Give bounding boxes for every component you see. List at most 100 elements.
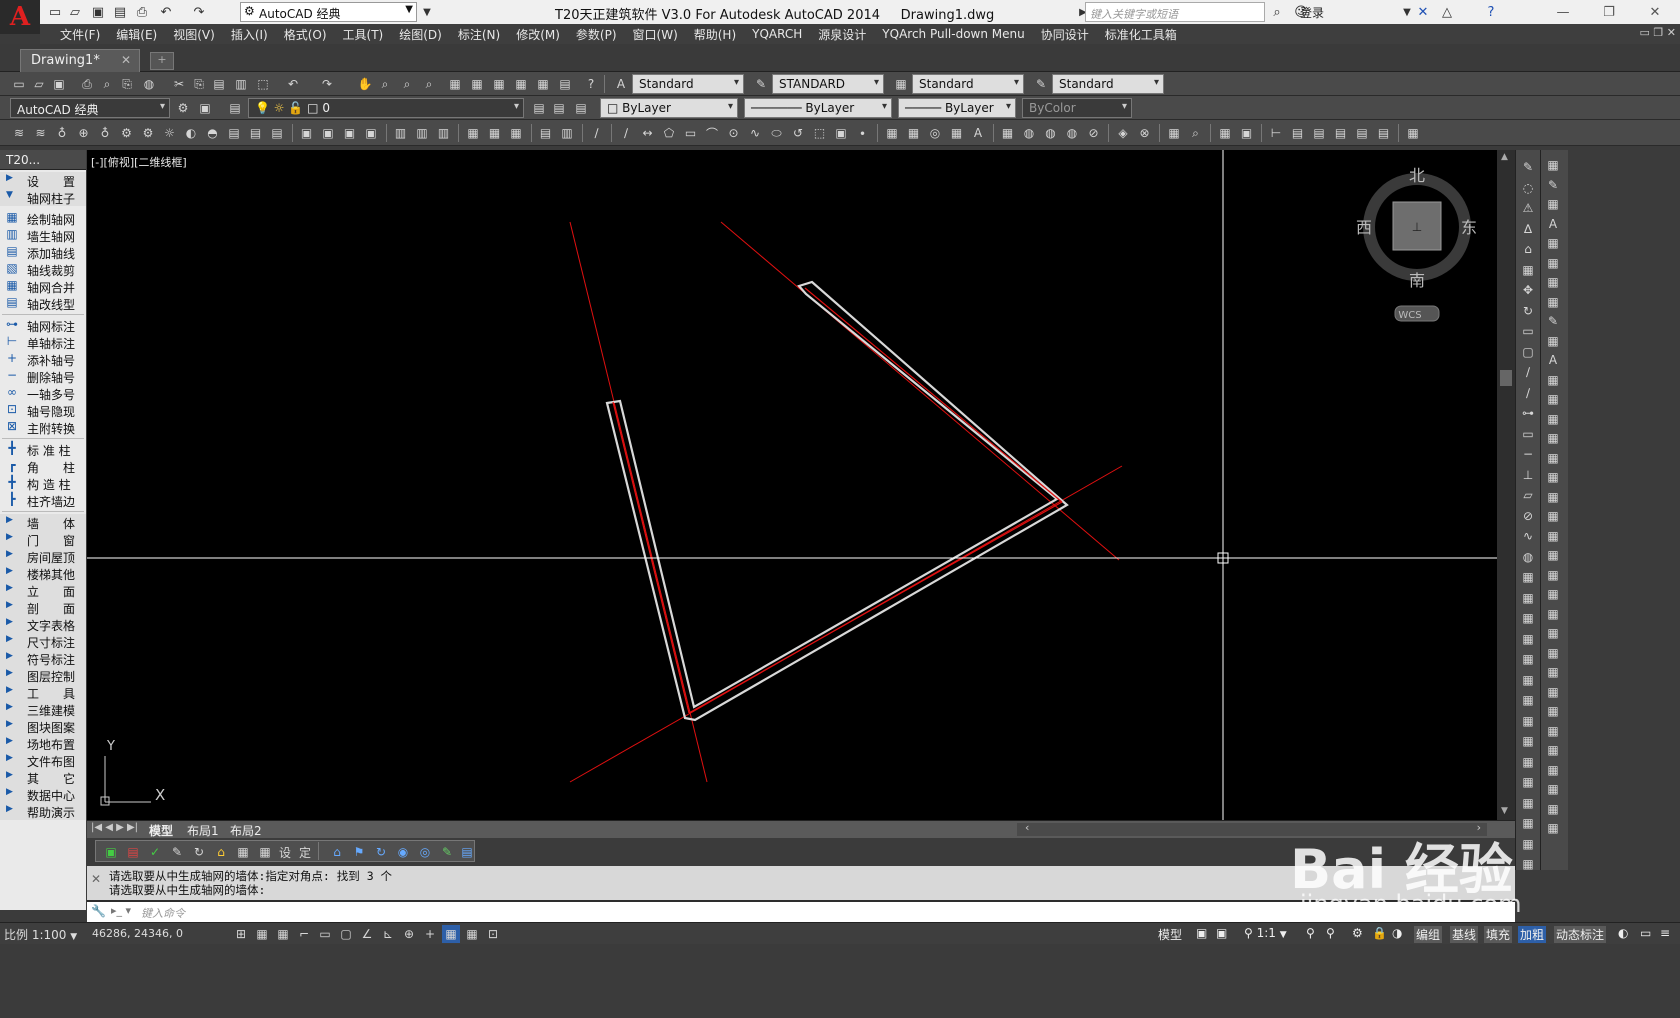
- menu-item[interactable]: 插入(I): [223, 26, 276, 43]
- undo-icon[interactable]: ↶: [157, 3, 175, 21]
- toolbar-tool-icon[interactable]: ▤: [1289, 124, 1307, 142]
- toolbar-tool-icon[interactable]: ∕: [1519, 384, 1537, 402]
- menu-item[interactable]: YQArch Pull-down Menu: [874, 27, 1032, 41]
- tag-baseline[interactable]: 基线: [1450, 926, 1479, 943]
- panel-tool-item[interactable]: ┣ 柱齐墙边: [0, 492, 86, 509]
- toolbar-tool-icon[interactable]: ▦: [883, 124, 901, 142]
- toolbar-tool-icon[interactable]: ⊘: [1085, 124, 1103, 142]
- toolbar-tool-icon[interactable]: ⚠: [1519, 199, 1537, 217]
- panel-section[interactable]: ▶ 三维建模: [0, 701, 86, 718]
- new-tab-button[interactable]: +: [150, 52, 174, 70]
- close-icon[interactable]: ✕: [91, 872, 101, 886]
- toolbar-tool-icon[interactable]: ▦: [1519, 650, 1537, 668]
- toolbar-tool-icon[interactable]: ▦: [1519, 568, 1537, 586]
- view-icon[interactable]: ◎: [416, 843, 434, 861]
- zoom-window-icon[interactable]: ⌕: [398, 75, 416, 93]
- toolbar-tool-icon[interactable]: ▦: [1165, 124, 1183, 142]
- toolbar-tool-icon[interactable]: ▦: [1519, 630, 1537, 648]
- drafting-toggle-icon[interactable]: ▦: [253, 925, 271, 943]
- toolbar-tool-icon[interactable]: ▤: [537, 124, 555, 142]
- table-style-select[interactable]: Standard ▾: [912, 74, 1024, 94]
- toolbar-tool-icon[interactable]: ▦: [1519, 712, 1537, 730]
- scroll-up-icon[interactable]: ▲: [1501, 152, 1508, 162]
- a360-icon[interactable]: △: [1438, 3, 1456, 21]
- menu-item[interactable]: 修改(M): [508, 26, 568, 43]
- zoom-realtime-icon[interactable]: ⌕: [376, 75, 394, 93]
- menu-item[interactable]: YQARCH: [744, 27, 810, 41]
- toolbar-tool-icon[interactable]: ▦: [1544, 410, 1562, 428]
- toolbar-tool-icon[interactable]: ▦: [1544, 605, 1562, 623]
- toolbar-tool-icon[interactable]: ▦: [1544, 663, 1562, 681]
- grid-alt-icon[interactable]: ▦: [256, 843, 274, 861]
- toolbar-tool-icon[interactable]: ▤: [268, 124, 286, 142]
- panel-tool-item[interactable]: ▦ 绘制轴网: [0, 210, 86, 227]
- lock-ui-icon[interactable]: 🔒: [1372, 926, 1387, 940]
- isolate-objects-icon[interactable]: ◐: [1618, 926, 1628, 940]
- toolbar-tool-icon[interactable]: ✥: [1519, 281, 1537, 299]
- close-icon[interactable]: ✕: [1640, 2, 1670, 22]
- toolbar-tool-icon[interactable]: A: [969, 124, 987, 142]
- help-icon[interactable]: ?: [1482, 3, 1500, 21]
- drafting-toggle-icon[interactable]: ▭: [316, 925, 334, 943]
- toolbar-tool-icon[interactable]: ⊢: [1267, 124, 1285, 142]
- tab-layout1[interactable]: 布局1: [187, 822, 219, 839]
- toolbar-tool-icon[interactable]: ≋: [10, 124, 28, 142]
- sheet-set-icon[interactable]: ▦: [512, 75, 530, 93]
- binoculars-icon[interactable]: ⌕: [1268, 3, 1286, 21]
- panel-section[interactable]: ▶ 门 窗: [0, 531, 86, 548]
- toolbar-tool-icon[interactable]: ▦: [464, 124, 482, 142]
- panel-section[interactable]: ▼ 轴网柱子: [0, 189, 86, 206]
- cut-icon[interactable]: ✂: [170, 75, 188, 93]
- panel-section[interactable]: ▶ 帮助演示: [0, 803, 86, 820]
- toolbar-tool-icon[interactable]: ◍: [1020, 124, 1038, 142]
- annotation-scale[interactable]: ⚲ 1:1 ▼: [1244, 926, 1287, 940]
- panel-tool-item[interactable]: ▧ 轴线裁剪: [0, 261, 86, 278]
- paste-icon[interactable]: ▤: [210, 75, 228, 93]
- toolbar-tool-icon[interactable]: ◓: [204, 124, 222, 142]
- compass-east[interactable]: 东: [1461, 218, 1477, 237]
- toolbar-tool-icon[interactable]: ▦: [1544, 585, 1562, 603]
- toolbar-tool-icon[interactable]: ⚙: [139, 124, 157, 142]
- panel-section[interactable]: ▶ 尺寸标注: [0, 633, 86, 650]
- panel-tool-item[interactable]: ∞ 一轴多号: [0, 385, 86, 402]
- toolbar-tool-icon[interactable]: ▦: [1519, 753, 1537, 771]
- toolbar-tool-icon[interactable]: ▦: [1404, 124, 1422, 142]
- match-prop-icon[interactable]: ▥: [232, 75, 250, 93]
- layer-previous-icon[interactable]: ▤: [550, 99, 568, 117]
- drafting-toggle-icon[interactable]: ⊡: [484, 925, 502, 943]
- delete-icon[interactable]: ▤: [124, 843, 142, 861]
- toolbar-tool-icon[interactable]: ▱: [1519, 486, 1537, 504]
- tab-model[interactable]: 模型: [149, 822, 173, 839]
- quick-view-layouts-icon[interactable]: ▣: [1196, 926, 1207, 940]
- toolbar-tool-icon[interactable]: ▦: [1544, 702, 1562, 720]
- toolbar-tool-icon[interactable]: ◌: [1519, 179, 1537, 197]
- setting-text-1[interactable]: 设: [276, 843, 294, 861]
- panel-section[interactable]: ▶ 文字表格: [0, 616, 86, 633]
- menu-item[interactable]: 绘图(D): [391, 26, 450, 43]
- toolbar-tool-icon[interactable]: ◈: [1114, 124, 1132, 142]
- toolbar-tool-icon[interactable]: ◎: [926, 124, 944, 142]
- panel-section[interactable]: ▶ 房间屋顶: [0, 548, 86, 565]
- panel-tool-item[interactable]: ┏ 角 柱: [0, 458, 86, 475]
- panel-tool-item[interactable]: ╋ 构 造 柱: [0, 475, 86, 492]
- save-icon[interactable]: ▣: [50, 75, 68, 93]
- toolbar-tool-icon[interactable]: ≋: [32, 124, 50, 142]
- toolbar-tool-icon[interactable]: ▤: [1310, 124, 1328, 142]
- hardware-accel-icon[interactable]: ◑: [1392, 926, 1402, 940]
- scroll-left-icon[interactable]: ‹: [1025, 821, 1029, 834]
- table-style-icon[interactable]: ▦: [892, 75, 910, 93]
- toolbar-tool-icon[interactable]: A: [1544, 351, 1562, 369]
- menu-item[interactable]: 源泉设计: [810, 26, 874, 43]
- toolbar-tool-icon[interactable]: ▦: [1544, 273, 1562, 291]
- panel-section[interactable]: ▶ 楼梯其他: [0, 565, 86, 582]
- toolbar-tool-icon[interactable]: ▤: [1332, 124, 1350, 142]
- layer-state-icon[interactable]: ▤: [572, 99, 590, 117]
- drafting-toggle-icon[interactable]: ⊞: [232, 925, 250, 943]
- toolbar-tool-icon[interactable]: ▣: [832, 124, 850, 142]
- toolbar-tool-icon[interactable]: ▦: [1519, 794, 1537, 812]
- toolbar-tool-icon[interactable]: ▦: [905, 124, 923, 142]
- toolbar-tool-icon[interactable]: ▦: [1519, 773, 1537, 791]
- toolbar-tool-icon[interactable]: ♁: [53, 124, 71, 142]
- block-editor-icon[interactable]: ⬚: [254, 75, 272, 93]
- toolbar-tool-icon[interactable]: ▦: [1519, 732, 1537, 750]
